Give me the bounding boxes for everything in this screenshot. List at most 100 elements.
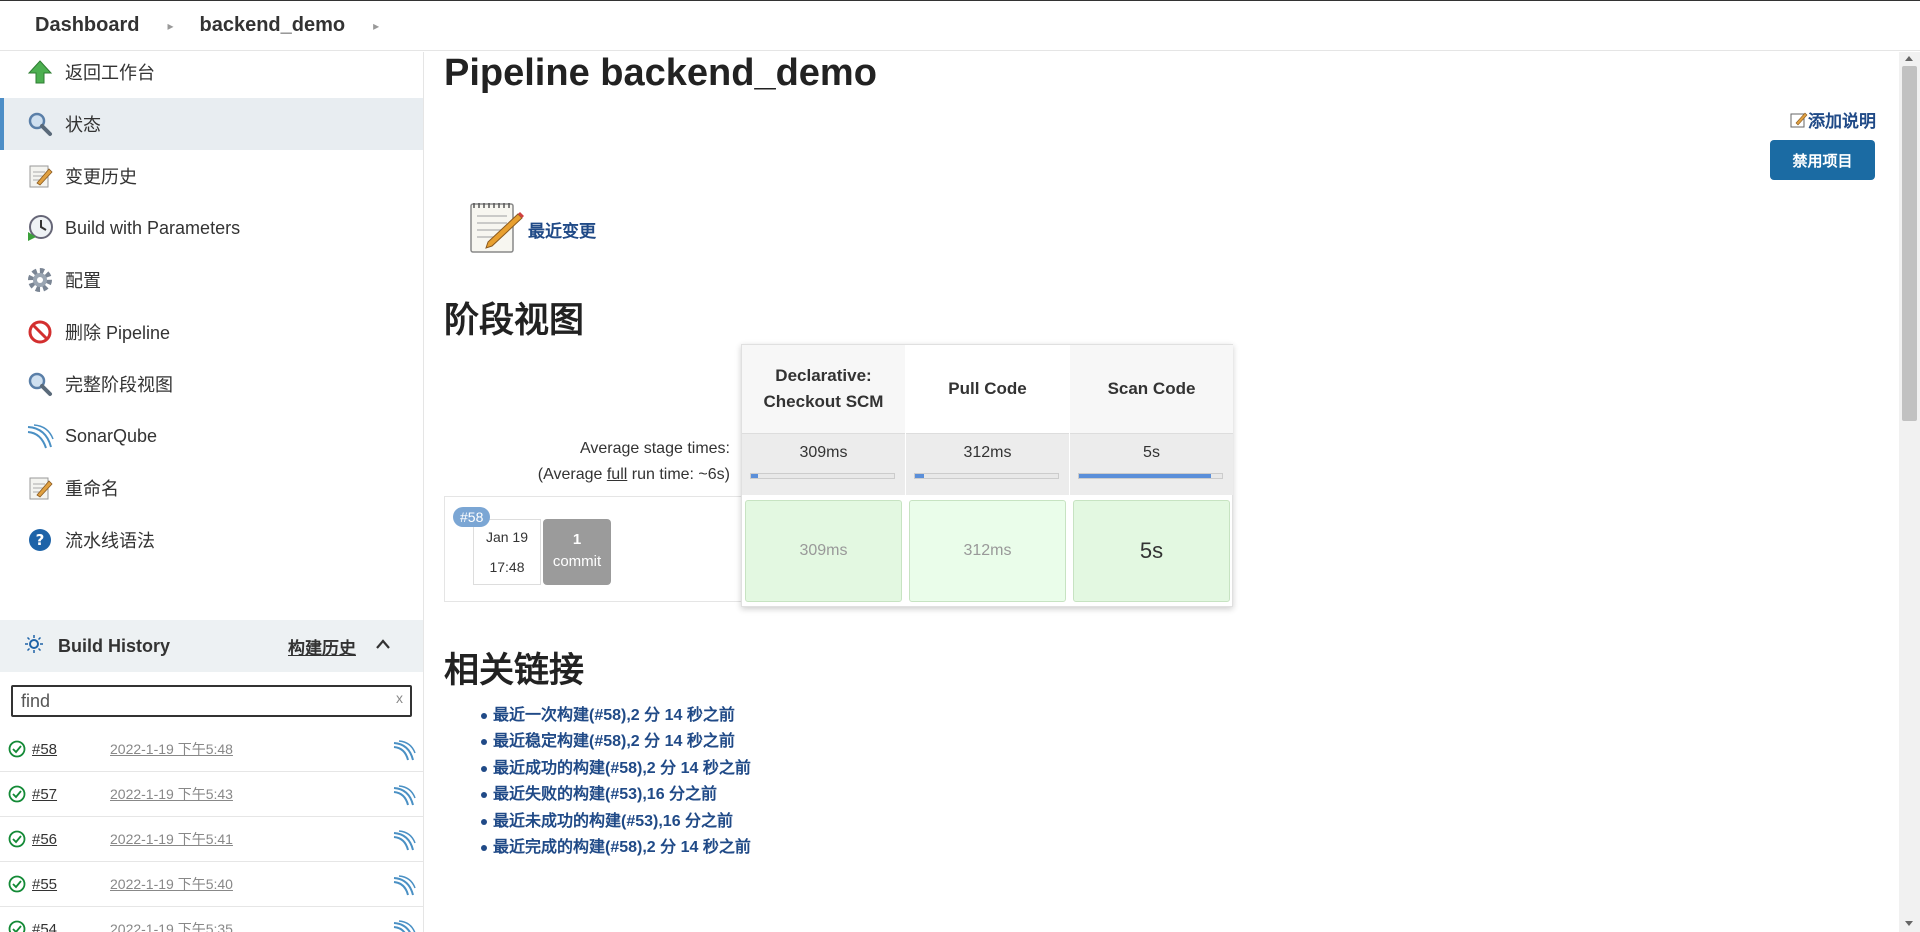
sidebar-item-full-stage-view[interactable]: 完整阶段视图 (0, 358, 423, 410)
build-run-row[interactable]: Jan 19 17:48 #58 1 commit (444, 496, 741, 602)
sidebar-item-label: Build with Parameters (65, 217, 241, 238)
sidebar-item-label: 流水线语法 (65, 531, 155, 551)
related-link[interactable]: 最近一次构建(#58),2 分 14 秒之前 (481, 703, 751, 729)
build-history-sun-icon (24, 634, 44, 659)
stage-average-time: 312ms (963, 444, 1012, 461)
scroll-thumb[interactable] (1902, 66, 1917, 421)
build-row[interactable]: #58 2022-1-19 下午5:48 (0, 727, 423, 772)
sidebar-item-label: 完整阶段视图 (65, 375, 173, 395)
breadcrumb-project[interactable]: backend_demo (200, 14, 346, 37)
sidebar-item-configure[interactable]: 配置 (0, 254, 423, 306)
sidebar-item-delete-pipeline[interactable]: 删除 Pipeline (0, 306, 423, 358)
stage-progress-fill (915, 474, 924, 478)
stage-progress-bar (1078, 473, 1223, 479)
stage-cell[interactable]: 309ms (745, 500, 902, 602)
stage-header: Declarative: Checkout SCM (742, 345, 905, 433)
success-check-icon (8, 740, 26, 763)
related-link[interactable]: 最近失败的构建(#53),16 分之前 (481, 782, 751, 808)
sidebar-item-changes[interactable]: 变更历史 (0, 150, 423, 202)
average-stage-times-label: Average stage times: (Average full run t… (444, 436, 730, 488)
clock-play-icon (25, 213, 55, 243)
breadcrumb-dashboard[interactable]: Dashboard (35, 14, 139, 37)
scroll-down-arrow-icon[interactable] (1905, 921, 1913, 926)
sidebar-item-sonarqube[interactable]: SonarQube (0, 410, 423, 462)
page-title: Pipeline backend_demo (444, 52, 877, 94)
build-time-link[interactable]: 2022-1-19 下午5:41 (110, 829, 233, 849)
notepad-icon (25, 473, 55, 503)
build-row[interactable]: #54 2022-1-19 下午5:35 (0, 907, 423, 932)
build-time-link[interactable]: 2022-1-19 下午5:35 (110, 919, 233, 932)
clear-search-icon[interactable]: x (396, 690, 403, 706)
scroll-up-arrow-icon[interactable] (1905, 56, 1913, 61)
success-check-icon (8, 785, 26, 808)
related-link[interactable]: 最近成功的构建(#58),2 分 14 秒之前 (481, 756, 751, 782)
stage-progress-fill (1079, 474, 1211, 478)
breadcrumb: Dashboard ▸ backend_demo ▸ (0, 0, 1920, 51)
stage-column: Scan Code 5s 5s (1070, 345, 1233, 608)
stage-cell[interactable]: 312ms (909, 500, 1066, 602)
chevron-up-icon[interactable] (375, 637, 391, 655)
sidebar-item-status[interactable]: 状态 (0, 98, 423, 150)
notepad-icon (25, 161, 55, 191)
search-icon (25, 109, 55, 139)
sonarqube-icon[interactable] (392, 918, 416, 932)
stage-average: 5s (1070, 433, 1233, 495)
average-full-run-time: (Average full run time: ~6s) (444, 462, 730, 488)
no-entry-icon (25, 317, 55, 347)
stage-view: Average stage times: (Average full run t… (444, 344, 1234, 664)
build-row[interactable]: #55 2022-1-19 下午5:40 (0, 862, 423, 907)
average-stage-times-text: Average stage times: (579, 440, 730, 457)
page-scrollbar[interactable] (1899, 52, 1920, 932)
build-number-link[interactable]: #54 (32, 921, 57, 932)
recent-changes-link[interactable]: 最近变更 (528, 217, 596, 242)
build-number-link[interactable]: #56 (32, 831, 57, 848)
sonarqube-icon[interactable] (392, 873, 416, 902)
sidebar-item-back-to-dashboard[interactable]: 返回工作台 (0, 52, 423, 98)
edit-description-icon (1790, 112, 1808, 127)
related-link[interactable]: 最近未成功的构建(#53),16 分之前 (481, 809, 751, 835)
svg-text:?: ? (36, 531, 45, 549)
add-description-link[interactable]: 添加说明 (1790, 107, 1876, 132)
sidebar-item-rename[interactable]: 重命名 (0, 462, 423, 514)
sidebar-item-build-with-parameters[interactable]: Build with Parameters (0, 202, 423, 254)
build-number-link[interactable]: #58 (32, 741, 57, 758)
breadcrumb-chevron-icon[interactable]: ▸ (373, 19, 379, 33)
related-links-list: 最近一次构建(#58),2 分 14 秒之前 最近稳定构建(#58),2 分 1… (481, 703, 751, 861)
commit-count-button[interactable]: 1 commit (543, 519, 611, 585)
up-arrow-icon (25, 57, 55, 87)
related-link[interactable]: 最近完成的构建(#58),2 分 14 秒之前 (481, 835, 751, 861)
sonarqube-icon[interactable] (392, 828, 416, 857)
sidebar-item-pipeline-syntax[interactable]: ? 流水线语法 (0, 514, 423, 566)
stage-progress-fill (751, 474, 759, 478)
stage-name-line: Checkout SCM (763, 392, 884, 411)
build-row[interactable]: #56 2022-1-19 下午5:41 (0, 817, 423, 862)
run-badge[interactable]: #58 (453, 507, 491, 527)
related-link[interactable]: 最近稳定构建(#58),2 分 14 秒之前 (481, 729, 751, 755)
build-history-search-input[interactable]: find x (11, 685, 412, 717)
stage-header: Pull Code (906, 345, 1069, 433)
build-history-title: Build History (58, 635, 171, 656)
build-history-trend-link[interactable]: 构建历史 (288, 634, 356, 659)
build-time-link[interactable]: 2022-1-19 下午5:43 (110, 784, 233, 804)
stage-column: Pull Code 312ms 312ms (906, 345, 1069, 608)
main-content: Pipeline backend_demo 添加说明 禁用项目 最近变更 阶段视… (444, 52, 1899, 932)
disable-project-button[interactable]: 禁用项目 (1770, 140, 1875, 180)
breadcrumb-chevron-icon[interactable]: ▸ (167, 19, 173, 33)
build-time-link[interactable]: 2022-1-19 下午5:40 (110, 874, 233, 894)
stage-cell[interactable]: 5s (1073, 500, 1230, 602)
sidebar-item-label: 返回工作台 (65, 63, 155, 83)
build-row[interactable]: #57 2022-1-19 下午5:43 (0, 772, 423, 817)
notepad-icon (466, 198, 524, 261)
recent-changes[interactable]: 最近变更 (466, 198, 596, 261)
success-check-icon (8, 830, 26, 853)
success-check-icon (8, 920, 26, 932)
run-date: Jan 19 (485, 529, 529, 545)
run-date-box: Jan 19 17:48 (473, 519, 541, 585)
build-time-link[interactable]: 2022-1-19 下午5:48 (110, 739, 233, 759)
build-number-link[interactable]: #55 (32, 876, 57, 893)
stage-average-time: 5s (1143, 444, 1160, 461)
stage-name-line: Scan Code (1107, 379, 1196, 398)
build-number-link[interactable]: #57 (32, 786, 57, 803)
sonarqube-icon[interactable] (392, 738, 416, 767)
sonarqube-icon[interactable] (392, 783, 416, 812)
